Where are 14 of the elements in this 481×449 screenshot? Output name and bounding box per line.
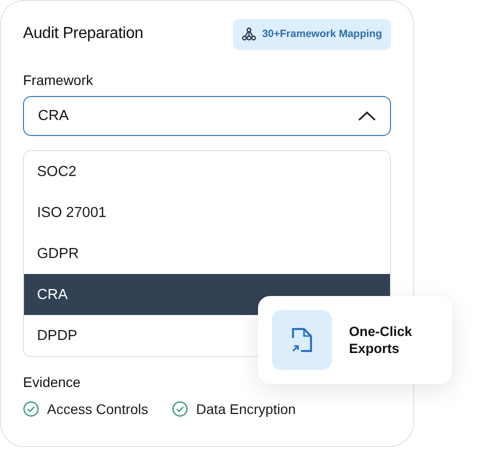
field-label: Framework xyxy=(23,72,94,88)
evidence-item: Data Encryption xyxy=(196,401,296,417)
dropdown-option[interactable]: ISO 27001 xyxy=(24,192,390,233)
framework-select[interactable]: CRA xyxy=(23,96,391,136)
hierarchy-icon xyxy=(242,27,256,41)
framework-badge: 30+Framework Mapping xyxy=(233,18,391,50)
caret-icon xyxy=(358,111,376,121)
file-export-icon xyxy=(272,310,332,370)
card-title: Audit Preparation xyxy=(23,25,144,43)
dropdown-option[interactable]: SOC2 xyxy=(24,151,390,192)
export-label: One-Click Exports xyxy=(349,323,414,357)
evidence-item: Access Controls xyxy=(47,401,148,417)
section-label: Evidence xyxy=(23,374,82,390)
dropdown-option[interactable]: GDPR xyxy=(24,233,390,274)
